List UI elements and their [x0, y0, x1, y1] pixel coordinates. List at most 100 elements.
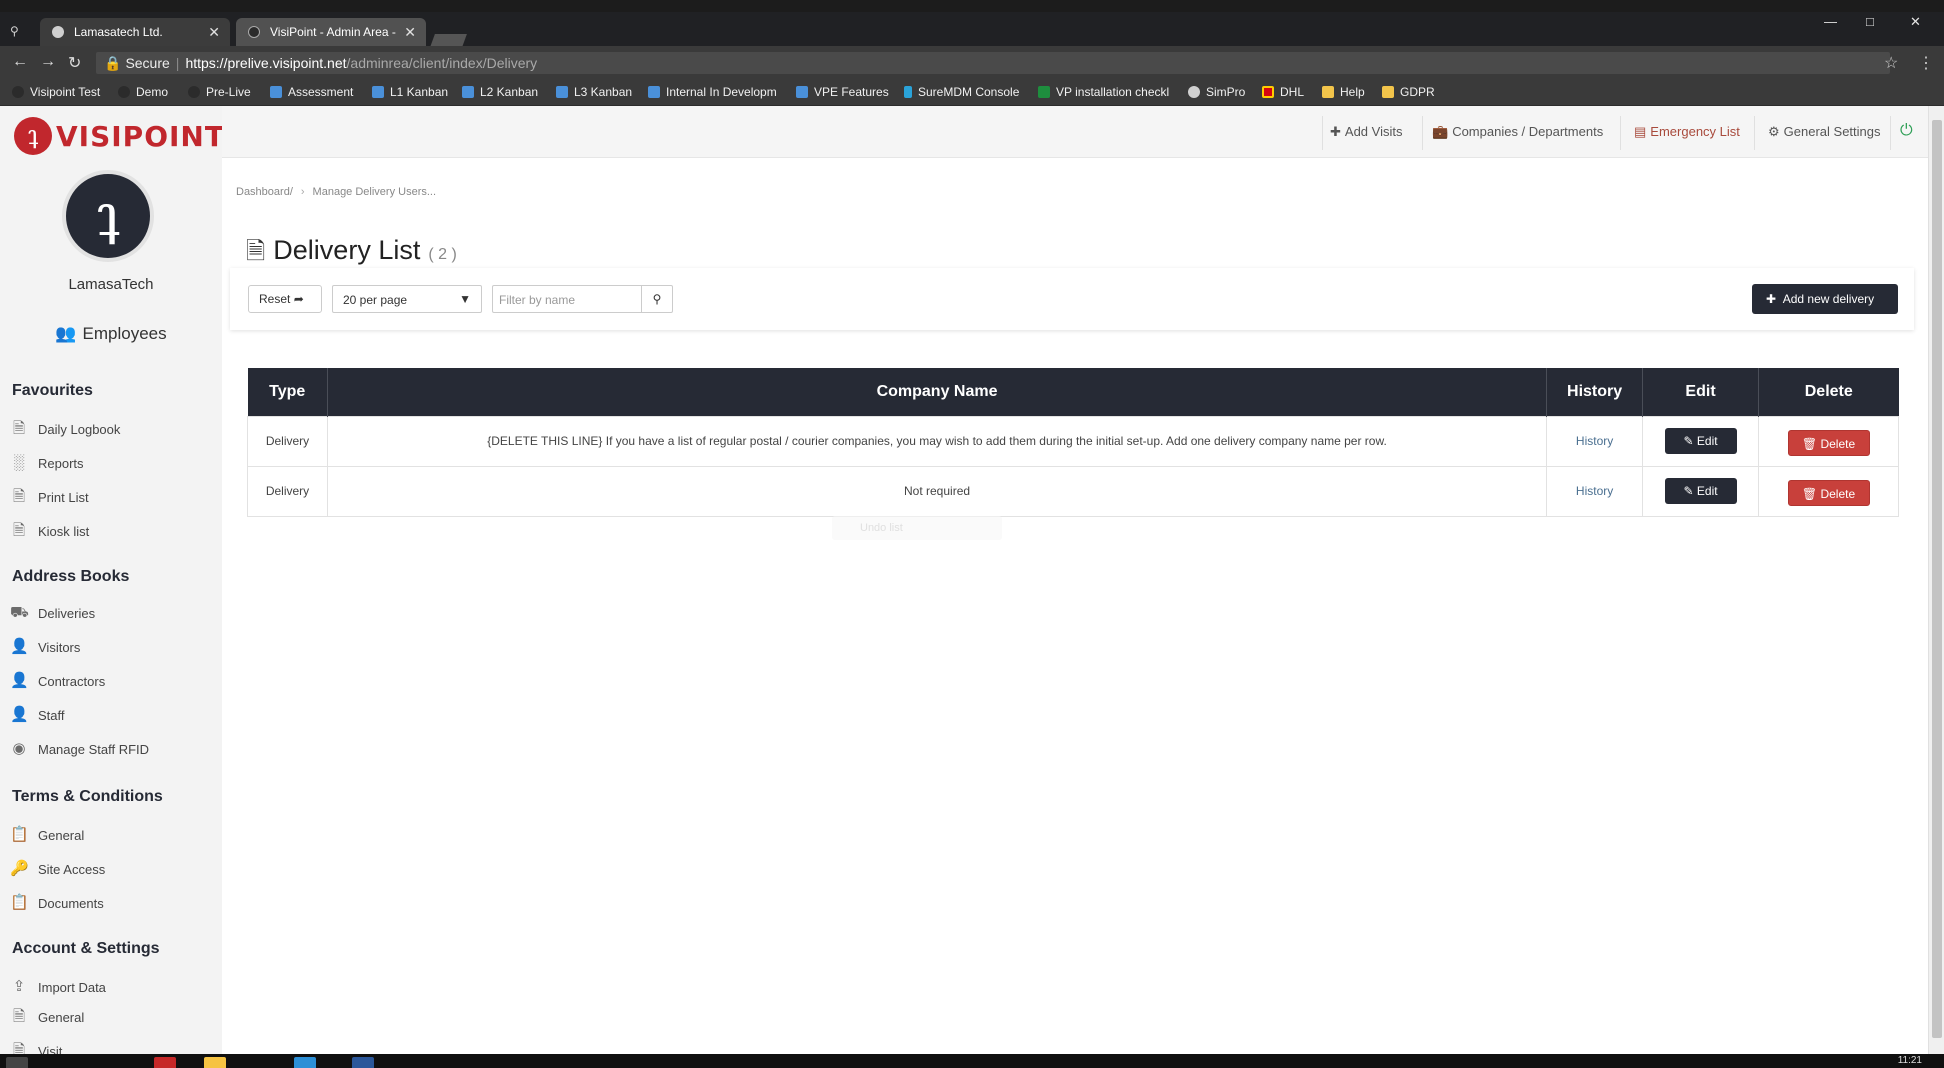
sidebar-item-deliveries[interactable]: ⛟ Deliveries [10, 602, 215, 624]
history-link[interactable]: History [1546, 465, 1644, 517]
sidebar-item-visit[interactable]: 🗎 Visit [10, 1040, 215, 1054]
bookmark-l2-kanban[interactable]: L2 Kanban [462, 85, 538, 99]
bookmark-vpe-features[interactable]: VPE Features [796, 85, 889, 99]
header-edit: Edit [1642, 368, 1760, 416]
close-tab-icon[interactable]: ✕ [208, 24, 220, 41]
faded-toast: Undo list [832, 516, 1002, 540]
bookmark-internal-in-development[interactable]: Internal In Developm [648, 85, 777, 99]
bookmark-simpro[interactable]: SimPro [1188, 85, 1245, 99]
os-taskbar: 11:21 [0, 1054, 1944, 1068]
bookmark-assessment[interactable]: Assessment [270, 85, 353, 99]
divider [1322, 116, 1323, 150]
clipboard-icon: 📋 [10, 894, 29, 911]
sidebar-item-visitors[interactable]: 👤 Visitors [10, 636, 215, 658]
breadcrumb: Dashboard/ › Manage Delivery Users... [236, 186, 436, 198]
rfid-icon: ◉ [12, 740, 26, 757]
browser-tab-lamasatech[interactable]: Lamasatech Ltd. ✕ [40, 18, 230, 46]
visipoint-logo[interactable]: ʇ VISIPOINT [14, 116, 222, 156]
start-icon[interactable] [6, 1057, 28, 1068]
lock-icon: 🔒 [104, 55, 122, 71]
filter-name-input[interactable]: Filter by name [492, 285, 642, 313]
cell-type: Delivery [247, 415, 328, 467]
sidebar-item-account-general[interactable]: 🗎 General [10, 1006, 215, 1028]
minimize-icon[interactable]: — [1824, 14, 1837, 29]
search-button[interactable]: ⚲ [641, 285, 673, 313]
users-icon: 👥 [55, 324, 77, 343]
per-page-select[interactable]: 20 per page ▼ [332, 285, 482, 313]
document-icon: 🗎 [12, 522, 26, 539]
browser-menu-icon[interactable]: ⋮ [1918, 53, 1934, 73]
bookmark-pre-live[interactable]: Pre-Live [188, 85, 251, 99]
browser-icon[interactable] [294, 1057, 316, 1068]
bookmark-star-icon[interactable]: ☆ [1884, 53, 1898, 73]
close-tab-icon[interactable]: ✕ [404, 24, 416, 41]
edit-button[interactable]: ✎ Edit [1664, 478, 1737, 504]
power-icon[interactable]: ⏻ [1900, 122, 1913, 140]
app-icon[interactable] [154, 1057, 176, 1068]
employees-link[interactable]: 👥 Employees [0, 324, 222, 344]
cell-delete: 🗑 Delete [1758, 465, 1899, 517]
bookmark-dhl[interactable]: DHL [1262, 85, 1304, 99]
history-link[interactable]: History [1546, 415, 1644, 467]
folder-icon[interactable] [204, 1057, 226, 1068]
sidebar-item-staff[interactable]: 👤 Staff [10, 704, 215, 726]
delete-button[interactable]: 🗑 Delete [1787, 480, 1870, 506]
bookmark-demo[interactable]: Demo [118, 85, 168, 99]
close-window-icon[interactable]: ✕ [1910, 14, 1921, 30]
sidebar-item-manage-staff-rfid[interactable]: ◉ Manage Staff RFID [10, 738, 215, 760]
reload-icon[interactable]: ↻ [68, 53, 81, 73]
sidebar-item-kiosk-list[interactable]: 🗎 Kiosk list [10, 520, 215, 542]
sidebar-item-import-data[interactable]: ⇪ Import Data [10, 976, 215, 998]
bookmark-favicon-icon [270, 86, 282, 98]
bookmark-suremdm-console[interactable]: SureMDM Console [904, 85, 1019, 99]
word-icon[interactable] [352, 1057, 374, 1068]
companies-departments-link[interactable]: 💼 Companies / Departments [1432, 124, 1603, 140]
add-new-delivery-button[interactable]: ✚ Add new delivery [1752, 284, 1898, 314]
bookmark-vp-installation-checklist[interactable]: VP installation checkl [1038, 85, 1169, 99]
section-terms-conditions: Terms & Conditions [12, 788, 163, 805]
document-icon: 🗎 [12, 420, 26, 437]
add-visits-link[interactable]: ✚ Add Visits [1330, 124, 1402, 140]
header-company-name: Company Name [327, 368, 1548, 416]
user-icon: 👤 [10, 638, 29, 655]
avatar[interactable]: ʇ [62, 170, 154, 262]
url-field[interactable]: 🔒 Secure | https://prelive.visipoint.net/ad… [96, 52, 1890, 74]
edit-button[interactable]: ✎ Edit [1664, 428, 1737, 454]
forward-icon[interactable]: → [40, 53, 56, 71]
back-icon[interactable]: ← [12, 53, 28, 71]
scrollbar-thumb[interactable] [1932, 120, 1942, 1038]
folder-icon [1382, 86, 1394, 98]
sidebar-item-terms-general[interactable]: 📋 General [10, 824, 215, 846]
sidebar-item-site-access[interactable]: 🔑 Site Access [10, 858, 215, 880]
sidebar-item-contractors[interactable]: 👤 Contractors [10, 670, 215, 692]
browser-address-bar: ← → ↻ 🔒 Secure | https://prelive.visipoint.… [0, 46, 1944, 80]
bookmark-favicon-icon [118, 86, 130, 98]
briefcase-icon: 💼 [1432, 124, 1449, 139]
sidebar-item-reports[interactable]: ░ Reports [10, 452, 215, 474]
bookmark-l3-kanban[interactable]: L3 Kanban [556, 85, 632, 99]
reset-button[interactable]: Reset ➦ [248, 285, 322, 313]
divider [1754, 116, 1755, 150]
page-scrollbar[interactable] [1928, 106, 1944, 1054]
logo-text: VISIPOINT [56, 119, 222, 153]
sidebar-item-print-list[interactable]: 🗎 Print List [10, 486, 215, 508]
page-title-count: ( 2 ) [428, 246, 457, 263]
bookmark-l1-kanban[interactable]: L1 Kanban [372, 85, 448, 99]
emergency-list-link[interactable]: ▤ Emergency List [1634, 124, 1740, 140]
breadcrumb-dashboard[interactable]: Dashboard/ [236, 186, 293, 198]
sidebar-item-documents[interactable]: 📋 Documents [10, 892, 215, 914]
delete-button[interactable]: 🗑 Delete [1787, 430, 1870, 456]
general-settings-link[interactable]: ⚙ General Settings [1768, 124, 1881, 140]
document-icon: 🗎 [12, 1042, 26, 1054]
page-title-text: Delivery List [273, 235, 421, 265]
document-icon: 🗎 [12, 488, 26, 505]
maximize-icon[interactable]: □ [1866, 14, 1874, 29]
browser-tab-visipoint[interactable]: VisiPoint - Admin Area - ✕ [236, 18, 426, 46]
sidebar-item-daily-logbook[interactable]: 🗎 Daily Logbook [10, 418, 215, 440]
incognito-icon: ⚲ [10, 24, 19, 38]
bookmark-gdpr[interactable]: GDPR [1382, 85, 1435, 99]
bookmark-favicon-icon [1188, 86, 1200, 98]
bookmark-help[interactable]: Help [1322, 85, 1365, 99]
divider [1890, 116, 1891, 150]
bookmark-visipoint-test[interactable]: Visipoint Test [12, 85, 100, 99]
